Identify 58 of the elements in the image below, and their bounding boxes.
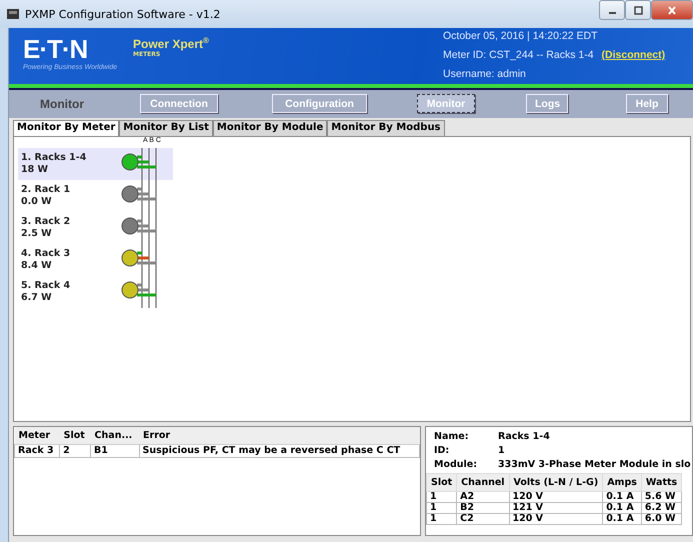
table-cell: B2: [456, 502, 510, 514]
brand-logo: E·T·N: [23, 36, 88, 62]
table-cell: 0.1 A: [602, 514, 642, 524]
table-cell: 0.1 A: [602, 492, 642, 502]
meter-item[interactable]: 1. Racks 1-4 18 W: [18, 148, 173, 180]
product-name: Power Xpert$^{®}$: [133, 36, 209, 51]
field-label: Name:: [434, 431, 470, 442]
table-cell: A2: [456, 492, 510, 502]
table-cell: 121 V: [509, 502, 603, 514]
field-value: Racks 1-4: [498, 431, 550, 442]
tab[interactable]: Monitor By List: [119, 120, 213, 136]
disconnect-link[interactable]: (Disconnect): [602, 49, 666, 61]
table-cell: Suspicious PF, CT may be a reversed phase C CT: [139, 444, 420, 458]
table-cell: 1: [426, 514, 457, 524]
meter-id: Meter ID: CST_244 -- Racks 1-4: [443, 49, 594, 61]
username: Username: admin: [443, 68, 527, 80]
table-cell: C2: [456, 514, 510, 524]
table-cell: 0.1 A: [602, 502, 642, 514]
tab[interactable]: Monitor By Modbus: [327, 120, 445, 136]
column-header: Meter: [14, 427, 60, 444]
column-header: Watts: [641, 474, 682, 492]
date-time: October 05, 2016 | 14:20:22 EDT: [443, 30, 598, 42]
meter-item[interactable]: 3. Rack 2 2.5 W: [18, 212, 173, 244]
minimize-button[interactable]: [599, 0, 625, 20]
table-cell: 6.0 W: [641, 514, 682, 524]
minimize-icon: [608, 12, 616, 14]
table-cell: 2: [60, 444, 91, 458]
column-header: Chan...: [90, 427, 140, 444]
column-header: Slot: [60, 427, 91, 444]
meter-item[interactable]: 2. Rack 1 0.0 W: [18, 180, 173, 212]
column-header: Amps: [602, 474, 642, 492]
column-header: Volts (L-N / L-G): [509, 474, 603, 492]
close-icon: [667, 6, 677, 14]
column-header: Error: [139, 427, 420, 444]
maximize-button[interactable]: [625, 0, 651, 20]
field-value: 1: [498, 445, 505, 456]
table-cell: B1: [90, 444, 140, 458]
meter-item[interactable]: 5. Rack 4 6.7 W: [18, 276, 173, 308]
field-value: 333mV 3-Phase Meter Module in slo: [498, 459, 691, 470]
table-cell: 120 V: [509, 514, 603, 524]
column-header: Slot: [426, 474, 457, 492]
field-label: ID:: [434, 445, 450, 456]
section-title: Monitor: [39, 97, 85, 111]
table-cell: 1: [426, 502, 457, 514]
tab[interactable]: Monitor By Meter: [13, 120, 120, 136]
column-header: Channel: [456, 474, 510, 492]
close-button[interactable]: [651, 0, 693, 20]
field-label: Module:: [434, 459, 478, 470]
table-cell: 5.6 W: [641, 492, 682, 502]
window-title: PXMP Configuration Software - v1.2: [25, 8, 220, 20]
table-cell: Rack 3: [14, 444, 60, 458]
tab[interactable]: Monitor By Module: [212, 120, 328, 136]
table-cell: 120 V: [509, 492, 603, 502]
table-cell: 6.2 W: [641, 502, 682, 514]
table-cell: 1: [426, 492, 457, 502]
maximize-icon: [634, 6, 642, 14]
meter-item[interactable]: 4. Rack 3 8.4 W: [18, 244, 173, 276]
app-icon: [6, 8, 20, 20]
